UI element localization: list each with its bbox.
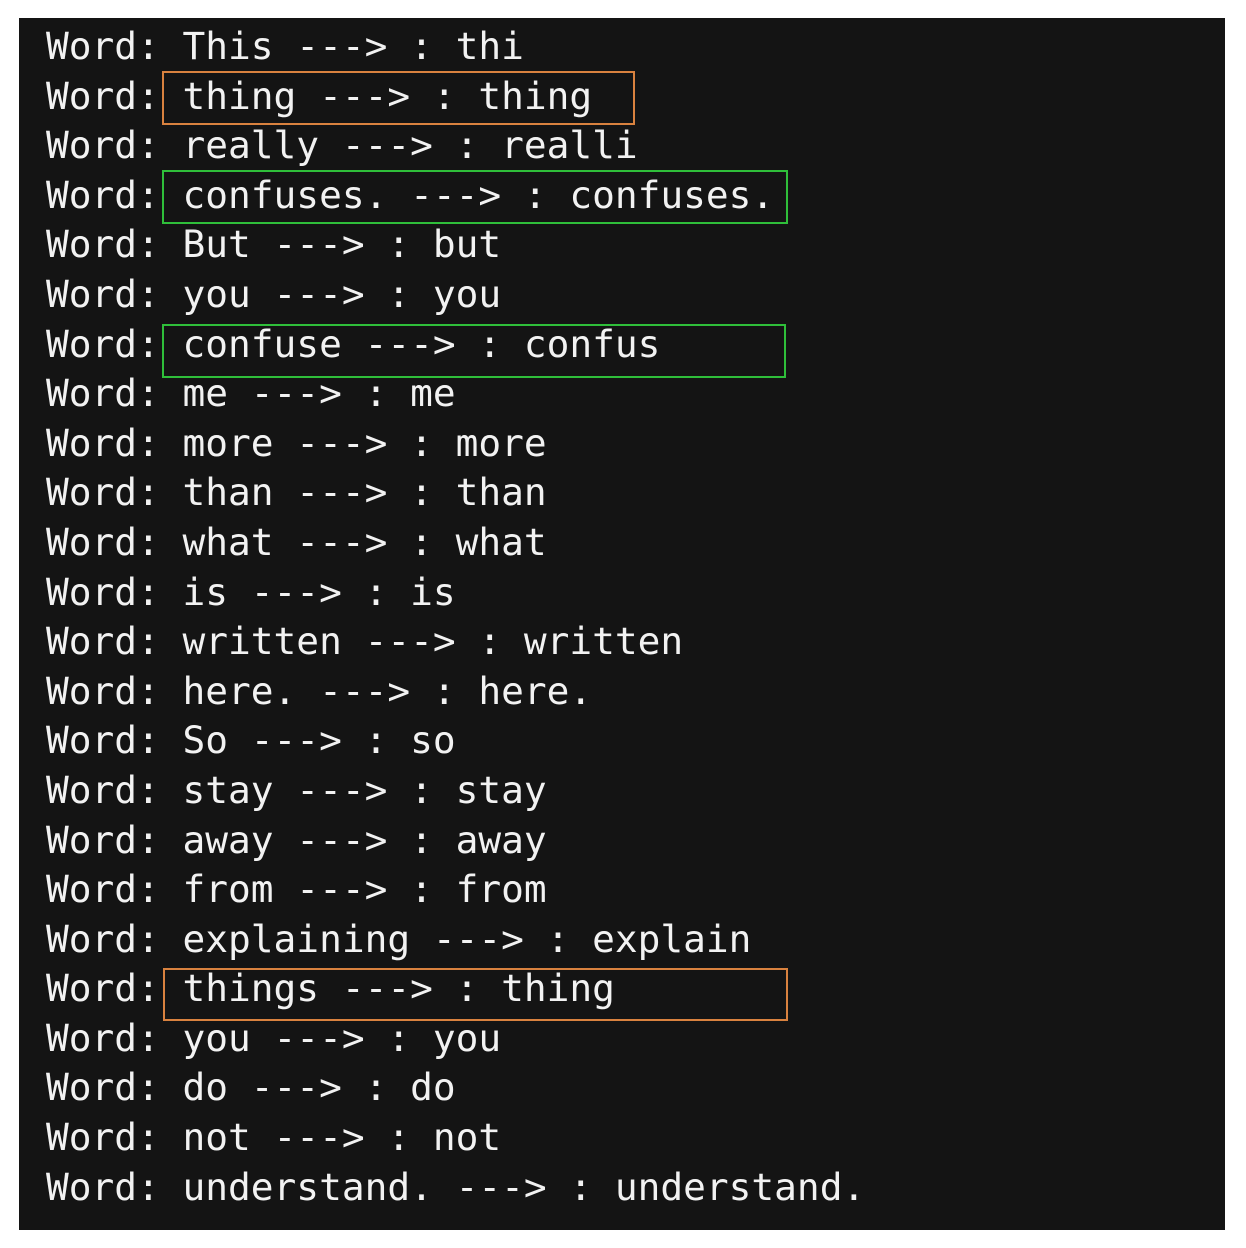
output-line: Word: you ---> : you — [46, 1015, 502, 1060]
output-line: Word: you ---> : you — [46, 271, 502, 316]
output-line: Word: understand. ---> : understand. — [46, 1164, 866, 1209]
highlight-box-confuses — [162, 170, 788, 224]
output-line: Word: not ---> : not — [46, 1115, 502, 1160]
highlight-box-things — [163, 968, 788, 1021]
output-line: Word: is ---> : is — [46, 569, 456, 614]
output-line: Word: written ---> : written — [46, 619, 684, 664]
output-line: Word: do ---> : do — [46, 1065, 456, 1110]
output-line: Word: This ---> : thi — [46, 24, 524, 68]
output-line: Word: than ---> : than — [46, 470, 547, 515]
output-line: Word: really ---> : realli — [46, 123, 638, 168]
output-line: Word: stay ---> : stay — [46, 767, 547, 812]
highlight-box-thing — [162, 71, 635, 125]
terminal-output: Word: This ---> : thi Word: thing ---> :… — [19, 18, 1225, 1230]
output-line: Word: away ---> : away — [46, 817, 547, 862]
output-line: Word: So ---> : so — [46, 718, 456, 763]
highlight-box-confuse — [162, 324, 786, 378]
output-line: Word: what ---> : what — [46, 519, 547, 564]
output-line: Word: from ---> : from — [46, 867, 547, 912]
output-line: Word: more ---> : more — [46, 420, 547, 465]
output-line: Word: explaining ---> : explain — [46, 916, 752, 961]
output-line: Word: But ---> : but — [46, 222, 502, 267]
output-line: Word: here. ---> : here. — [46, 668, 593, 713]
